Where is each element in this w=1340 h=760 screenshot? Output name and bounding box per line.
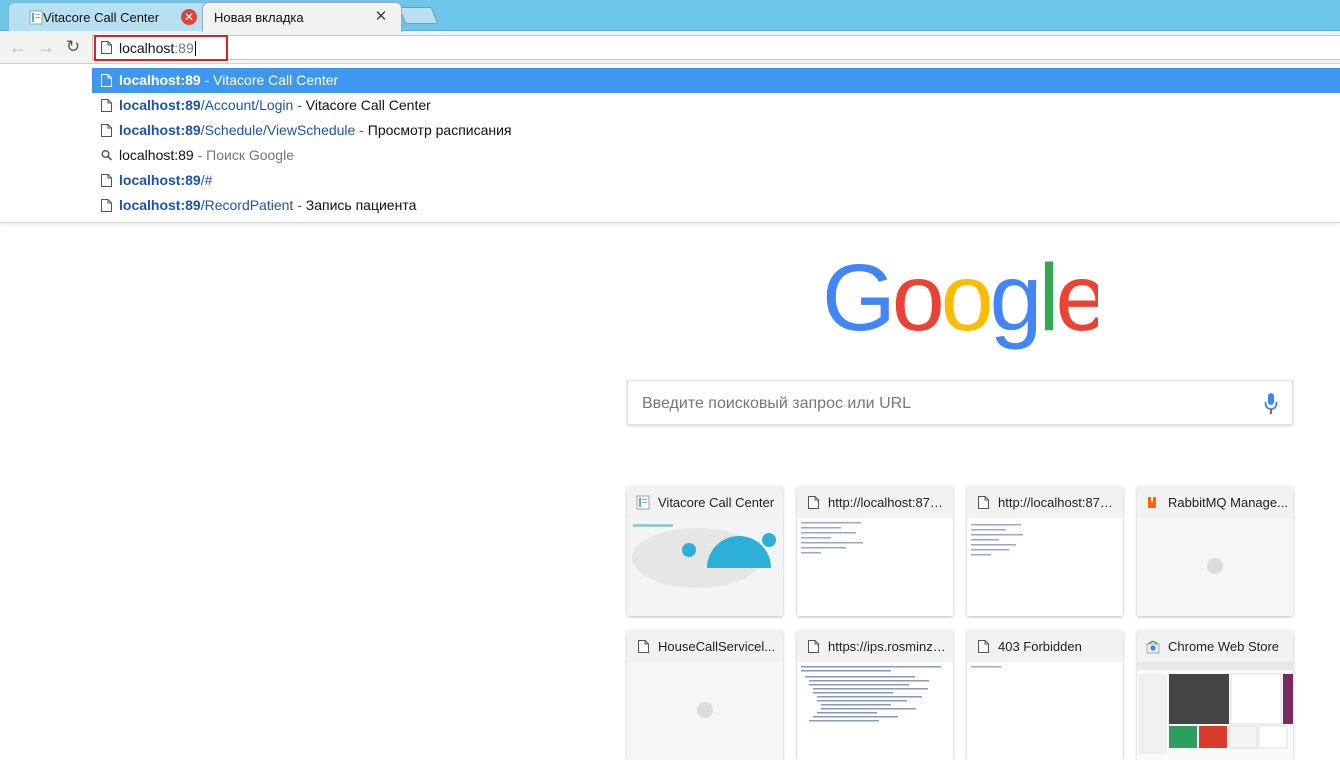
tile-header: Chrome Web Store	[1137, 630, 1293, 662]
tab-new-tab[interactable]: Новая вкладка ✕	[202, 2, 402, 32]
vitacore-favicon-icon	[29, 10, 43, 25]
tile-header: HouseCallServicel...	[627, 630, 783, 662]
most-visited-tile[interactable]: http://localhost:8711...	[967, 486, 1123, 616]
tile-thumbnail	[967, 518, 1123, 616]
page-icon	[101, 74, 112, 87]
suggestion-item[interactable]: localhost:89/Schedule/ViewSchedule - Про…	[92, 118, 1340, 143]
reload-icon[interactable]: ↻	[62, 36, 84, 58]
tile-thumbnail	[627, 662, 783, 760]
arrow-left-icon[interactable]: ←	[7, 36, 29, 58]
page-icon	[978, 496, 989, 509]
most-visited-tile[interactable]: Vitacore Call Center	[627, 486, 783, 616]
page-icon	[101, 99, 112, 112]
close-icon[interactable]: ✕	[181, 9, 197, 25]
page-icon	[808, 496, 819, 509]
tile-thumbnail	[627, 518, 783, 616]
most-visited-tile[interactable]: http://localhost:8780...	[797, 486, 953, 616]
suggestion-separator: -	[293, 197, 306, 213]
new-tab-button[interactable]	[398, 7, 439, 24]
tile-header: https://ips.rosminzdr...	[797, 630, 953, 662]
tile-title: https://ips.rosminzdr...	[828, 639, 948, 654]
tab-strip: Vitacore Call Center ✕ Новая вкладка ✕	[0, 0, 1340, 32]
placeholder-dot	[697, 702, 713, 718]
address-bar[interactable]: localhost:89	[92, 35, 1340, 60]
tab-vitacore[interactable]: Vitacore Call Center ✕	[8, 2, 208, 31]
suggestion-path: /Account/Login	[200, 97, 294, 113]
suggestion-search-label: - Поиск Google	[193, 147, 294, 163]
most-visited-tile[interactable]: 403 Forbidden	[967, 630, 1123, 760]
tile-title: http://localhost:8780...	[828, 495, 948, 510]
suggestion-item[interactable]: localhost:89 - Vitacore Call Center	[92, 68, 1340, 93]
suggestion-item[interactable]: localhost:89/RecordPatient - Запись паци…	[92, 193, 1340, 218]
suggestion-path: /Schedule/ViewSchedule	[200, 122, 356, 138]
tile-header: Vitacore Call Center	[627, 486, 783, 518]
most-visited-tile[interactable]: https://ips.rosminzdr...	[797, 630, 953, 760]
chrome-web-store-icon	[1146, 640, 1160, 654]
tile-thumbnail	[967, 662, 1123, 760]
arrow-right-icon[interactable]: →	[35, 36, 57, 58]
close-icon[interactable]: ✕	[373, 8, 389, 25]
page-icon	[638, 640, 649, 653]
most-visited-tile[interactable]: HouseCallServicel...	[627, 630, 783, 760]
suggestion-query: localhost:89	[119, 147, 194, 163]
tab-title: Новая вкладка	[214, 10, 304, 25]
ntp-search-box[interactable]: Введите поисковый запрос или URL	[627, 380, 1293, 425]
tile-title: RabbitMQ Manage...	[1168, 495, 1288, 510]
suggestion-url: localhost:89	[119, 72, 201, 88]
suggestion-url: localhost:89	[119, 197, 201, 213]
tile-title: 403 Forbidden	[998, 639, 1082, 654]
tile-header: http://localhost:8780...	[797, 486, 953, 518]
page-icon	[978, 640, 989, 653]
tile-header: RabbitMQ Manage...	[1137, 486, 1293, 518]
page-icon	[101, 124, 112, 137]
search-icon	[101, 150, 112, 161]
page-icon	[101, 199, 112, 212]
suggestion-item[interactable]: localhost:89/#	[92, 168, 1340, 193]
search-placeholder: Введите поисковый запрос или URL	[642, 395, 912, 412]
suggestion-title: Vitacore Call Center	[305, 97, 431, 113]
suggestion-url: localhost:89	[119, 122, 201, 138]
suggestion-path: /#	[200, 172, 213, 188]
most-visited-tile[interactable]: RabbitMQ Manage...	[1137, 486, 1293, 616]
google-logo: Google	[822, 255, 1098, 351]
suggestion-item[interactable]: localhost:89/Account/Login - Vitacore Ca…	[92, 93, 1340, 118]
tile-title: http://localhost:8711...	[998, 495, 1118, 510]
tile-title: Chrome Web Store	[1168, 639, 1280, 654]
microphone-icon[interactable]	[1264, 392, 1278, 416]
tile-header: http://localhost:8711...	[967, 486, 1123, 518]
svg-text:Google: Google	[822, 255, 1098, 351]
suggestion-title: Vitacore Call Center	[213, 72, 339, 88]
most-visited-tile[interactable]: Chrome Web Store	[1137, 630, 1293, 760]
tab-title: Vitacore Call Center	[43, 10, 160, 25]
page-icon	[808, 640, 819, 653]
suggestion-title: Просмотр расписания	[367, 122, 512, 138]
page-icon	[101, 174, 112, 187]
tile-thumbnail	[1137, 518, 1293, 616]
tile-thumbnail	[797, 518, 953, 616]
suggestion-url: localhost:89	[119, 172, 201, 188]
suggestion-title: Запись пациента	[305, 197, 417, 213]
placeholder-dot	[1207, 558, 1223, 574]
rabbitmq-icon	[1148, 497, 1156, 508]
tile-thumbnail	[797, 662, 953, 760]
tile-title: HouseCallServicel...	[658, 639, 776, 654]
vitacore-favicon-icon	[636, 495, 650, 510]
tile-header: 403 Forbidden	[967, 630, 1123, 662]
suggestion-separator: -	[200, 72, 214, 88]
tile-title: Vitacore Call Center	[658, 495, 775, 510]
suggestion-separator: -	[293, 97, 306, 113]
suggestion-path: /RecordPatient	[200, 197, 294, 213]
tile-thumbnail	[1137, 662, 1293, 760]
suggestion-url: localhost:89	[119, 97, 201, 113]
suggestion-separator: -	[355, 122, 368, 138]
suggestion-item-search[interactable]: localhost:89 - Поиск Google	[92, 143, 1340, 168]
annotation-highlight-box	[94, 35, 228, 61]
omnibox-suggestions: localhost:89 - Vitacore Call Center loca…	[0, 66, 1340, 223]
